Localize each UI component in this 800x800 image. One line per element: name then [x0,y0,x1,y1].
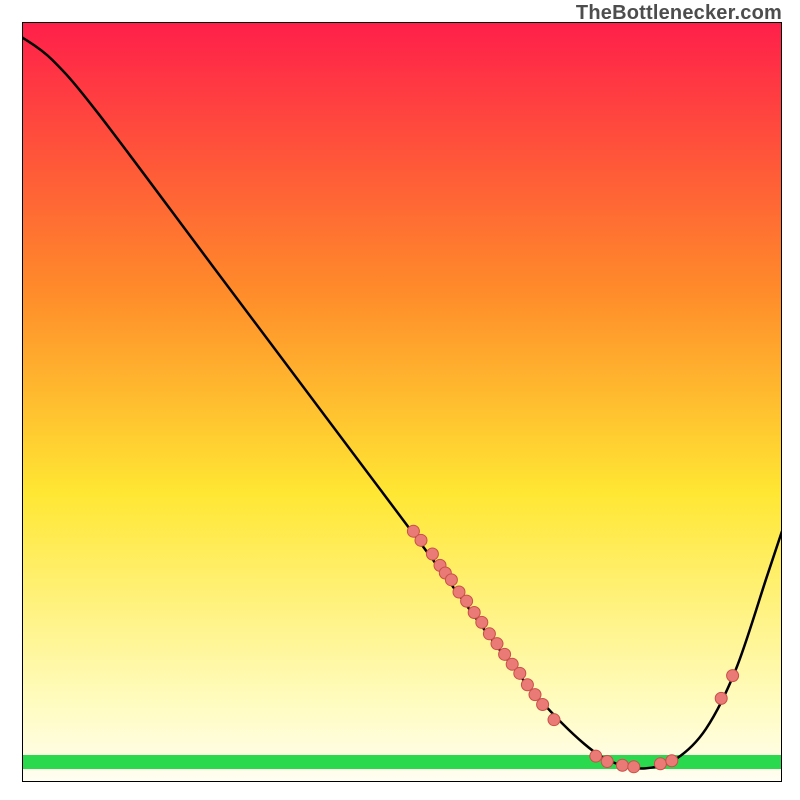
data-dot [499,648,511,660]
data-dot [715,692,727,704]
data-dot [468,607,480,619]
data-dot [483,628,495,640]
data-dot [628,761,640,773]
watermark-text: TheBottlenecker.com [576,2,782,25]
plot-area [22,22,782,782]
plot-svg [22,22,782,782]
data-dot [521,679,533,691]
data-dot [461,595,473,607]
data-dot [445,574,457,586]
data-dot [601,755,613,767]
data-dot [666,755,678,767]
data-dot [616,759,628,771]
data-dot [426,548,438,560]
data-dot [514,667,526,679]
data-dot [548,714,560,726]
data-dot [529,689,541,701]
data-dot [476,616,488,628]
chart-stage: TheBottlenecker.com [0,0,800,800]
data-dot [415,534,427,546]
data-dot [590,750,602,762]
data-dot [727,670,739,682]
gradient-background [22,22,782,782]
data-dot [537,698,549,710]
data-dot [654,758,666,770]
data-dot [491,638,503,650]
